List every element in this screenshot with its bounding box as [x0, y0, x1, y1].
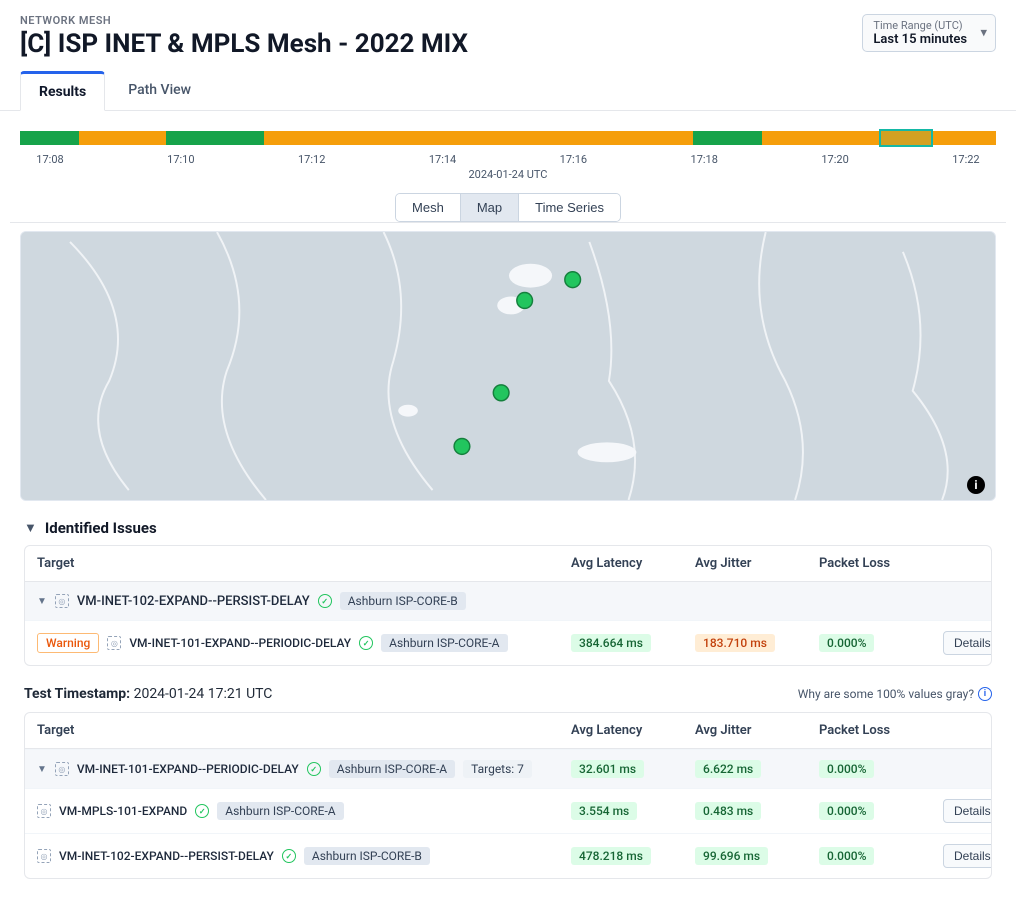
map-node[interactable]: [517, 293, 533, 309]
issue-location: Ashburn ISP-CORE-A: [381, 634, 507, 652]
chevron-down-icon: ▼: [37, 596, 47, 607]
target-name: VM-MPLS-101-EXPAND: [59, 804, 187, 818]
jitter-metric: 0.483 ms: [695, 802, 761, 820]
page-title: [C] ISP INET & MPLS Mesh - 2022 MIX: [20, 29, 468, 59]
col-latency: Avg Latency: [571, 723, 691, 738]
details-button[interactable]: Details: [943, 844, 992, 868]
time-range-value: Last 15 minutes: [873, 32, 967, 47]
col-latency: Avg Latency: [571, 556, 691, 571]
time-tick: 17:22: [936, 153, 996, 166]
info-icon[interactable]: i: [967, 476, 985, 494]
breadcrumb: NETWORK MESH: [20, 14, 468, 27]
issue-group-name: VM-INET-102-EXPAND--PERSIST-DELAY: [77, 594, 310, 609]
time-tick: 17:18: [674, 153, 734, 166]
time-tick: 17:14: [413, 153, 473, 166]
time-tick: 17:16: [543, 153, 603, 166]
check-icon: ✓: [359, 636, 373, 650]
target-location: Ashburn ISP-CORE-A: [217, 802, 343, 820]
target-location: Ashburn ISP-CORE-B: [304, 847, 430, 865]
time-ticks: 17:08 17:10 17:12 17:14 17:16 17:18 17:20 17:22: [20, 153, 996, 166]
jitter-metric: 6.622 ms: [695, 760, 761, 778]
details-button[interactable]: Details: [943, 799, 992, 823]
severity-badge: Warning: [37, 633, 99, 653]
latency-metric: 3.554 ms: [571, 802, 637, 820]
col-loss: Packet Loss: [819, 556, 939, 571]
time-tick: 17:10: [151, 153, 211, 166]
col-target: Target: [37, 723, 567, 738]
latency-metric: 384.664 ms: [571, 634, 651, 652]
latency-metric: 478.218 ms: [571, 847, 651, 865]
col-loss: Packet Loss: [819, 723, 939, 738]
latency-metric: 32.601 ms: [571, 760, 644, 778]
time-tick: 17:20: [805, 153, 865, 166]
timeline-segment: [166, 131, 264, 145]
map-node[interactable]: [565, 272, 581, 288]
timeline-segment: [79, 131, 167, 145]
node-icon: ◎: [37, 849, 51, 863]
jitter-metric: 183.710 ms: [695, 634, 775, 652]
result-group-name: VM-INET-101-EXPAND--PERIODIC-DELAY: [77, 762, 299, 776]
map-node[interactable]: [493, 385, 509, 401]
toggle-time-series[interactable]: Time Series: [519, 194, 620, 221]
issue-group-location: Ashburn ISP-CORE-B: [340, 592, 466, 610]
timeline-date: 2024-01-24 UTC: [10, 168, 1006, 181]
timeline-bar[interactable]: [20, 131, 996, 145]
tab-path-view[interactable]: Path View: [109, 71, 210, 110]
node-icon: ◎: [107, 636, 121, 650]
node-icon: ◎: [55, 762, 69, 776]
targets-count: Targets: 7: [463, 760, 532, 778]
timeline-cursor[interactable]: [879, 129, 933, 147]
toggle-map[interactable]: Map: [461, 194, 519, 221]
chevron-down-icon[interactable]: ▼: [37, 764, 47, 775]
time-range-picker[interactable]: Time Range (UTC) Last 15 minutes ▾: [862, 14, 996, 52]
time-range-label: Time Range (UTC): [873, 19, 967, 32]
col-jitter: Avg Jitter: [695, 723, 815, 738]
jitter-metric: 99.696 ms: [695, 847, 768, 865]
gray-values-hint[interactable]: Why are some 100% values gray? i: [798, 687, 992, 701]
col-target: Target: [37, 556, 567, 571]
result-group-location: Ashburn ISP-CORE-A: [329, 760, 455, 778]
check-icon: ✓: [318, 594, 332, 608]
timeline-segment: [264, 131, 693, 145]
check-icon: ✓: [195, 804, 209, 818]
details-button[interactable]: Details: [943, 631, 992, 655]
tab-results[interactable]: Results: [20, 71, 105, 111]
node-icon: ◎: [37, 804, 51, 818]
loss-metric: 0.000%: [819, 760, 874, 778]
col-jitter: Avg Jitter: [695, 556, 815, 571]
loss-metric: 0.000%: [819, 802, 874, 820]
timeline-segment: [693, 131, 761, 145]
view-toggle-group: Mesh Map Time Series: [395, 193, 621, 222]
info-icon: i: [978, 687, 992, 701]
loss-metric: 0.000%: [819, 847, 874, 865]
issue-target-name: VM-INET-101-EXPAND--PERIODIC-DELAY: [129, 636, 351, 650]
table-row: ◎ VM-MPLS-101-EXPAND ✓ Ashburn ISP-CORE-A 3.…: [25, 788, 991, 833]
target-name: VM-INET-102-EXPAND--PERSIST-DELAY: [59, 849, 274, 863]
toggle-mesh[interactable]: Mesh: [396, 194, 461, 221]
test-timestamp: Test Timestamp: 2024-01-24 17:21 UTC: [24, 686, 272, 702]
issues-title: Identified Issues: [45, 519, 157, 537]
node-icon: ◎: [55, 594, 69, 608]
map-container[interactable]: i: [20, 231, 996, 501]
timeline-segment: [20, 131, 79, 145]
map-node[interactable]: [454, 438, 470, 454]
issue-group-row[interactable]: ▼ ◎ VM-INET-102-EXPAND--PERSIST-DELAY ✓ …: [25, 582, 991, 620]
loss-metric: 0.000%: [819, 634, 874, 652]
chevron-down-icon[interactable]: ▼: [24, 520, 37, 536]
chevron-down-icon: ▾: [980, 26, 987, 41]
table-row: ◎ VM-INET-102-EXPAND--PERSIST-DELAY ✓ Ashbu…: [25, 833, 991, 878]
time-tick: 17:08: [20, 153, 80, 166]
time-tick: 17:12: [282, 153, 342, 166]
check-icon: ✓: [307, 762, 321, 776]
check-icon: ✓: [282, 849, 296, 863]
